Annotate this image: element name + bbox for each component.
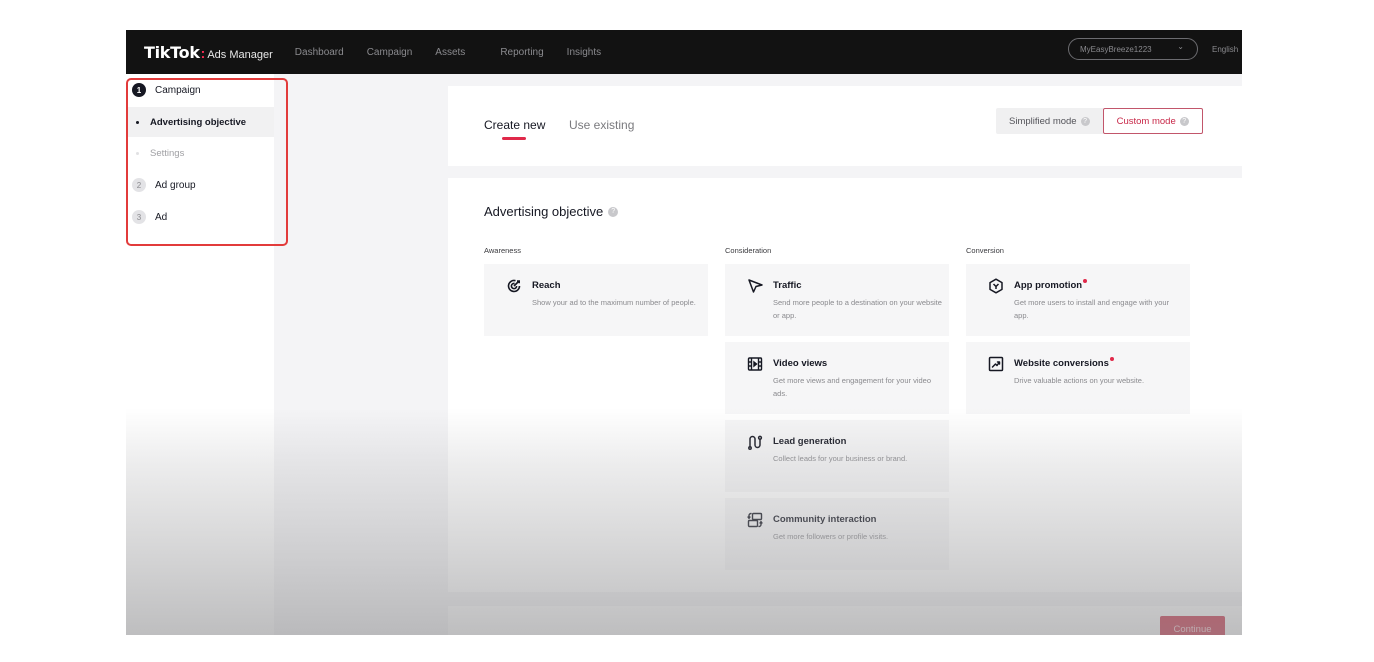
option-description: Get more followers or profile visits. <box>773 532 889 541</box>
substep-settings[interactable]: Settings <box>126 138 274 168</box>
option-title: Lead generation <box>773 436 847 447</box>
option-title-text: Website conversions <box>1014 358 1109 369</box>
step-number-badge: 1 <box>132 83 146 97</box>
section-title: Advertising objective ? <box>484 204 619 219</box>
step-label: Ad <box>155 211 168 223</box>
objective-option-community-interaction[interactable]: Community interaction Get more followers… <box>725 498 949 570</box>
account-selector[interactable]: MyEasyBreeze1223 ⌄ <box>1068 38 1198 60</box>
logo-brand: TikTok <box>144 42 200 62</box>
main-nav: Dashboard Campaign Assets Reporting Insi… <box>295 47 624 58</box>
help-icon[interactable]: ? <box>608 206 619 217</box>
cursor-arrow-icon <box>747 278 763 294</box>
tab-use-existing[interactable]: Use existing <box>569 118 634 132</box>
column-label-consideration: Consideration <box>725 246 772 255</box>
help-icon[interactable]: ? <box>1179 116 1189 126</box>
step-number-badge: 3 <box>132 210 146 224</box>
new-badge-dot <box>1083 279 1088 283</box>
step-ad[interactable]: 3 Ad <box>126 202 274 232</box>
objective-option-app-promotion[interactable]: App promotion Get more users to install … <box>966 264 1190 336</box>
nav-assets[interactable]: Assets <box>435 47 465 58</box>
column-label-conversion: Conversion <box>966 246 1004 255</box>
step-label: Campaign <box>155 84 201 96</box>
logo-product: Ads Manager <box>207 48 273 61</box>
custom-mode-button[interactable]: Custom mode ? <box>1102 108 1203 134</box>
step-label: Ad group <box>155 179 196 191</box>
language-selector[interactable]: English <box>1212 45 1238 54</box>
mode-toggle: Simplified mode ? Custom mode ? <box>996 108 1203 134</box>
app-hexagon-icon <box>988 278 1004 294</box>
option-description: Send more people to a destination on you… <box>773 298 942 320</box>
objective-option-reach[interactable]: Reach Show your ad to the maximum number… <box>484 264 708 336</box>
help-icon[interactable]: ? <box>1080 116 1090 126</box>
column-label-awareness: Awareness <box>484 246 521 255</box>
chevron-down-icon: ⌄ <box>1177 42 1184 51</box>
objective-option-video-views[interactable]: Video views Get more views and engagemen… <box>725 342 949 414</box>
nav-reporting[interactable]: Reporting <box>500 47 543 58</box>
objective-option-traffic[interactable]: Traffic Send more people to a destinatio… <box>725 264 949 336</box>
option-title: Traffic <box>773 280 802 291</box>
creation-mode-card: Create new Use existing Simplified mode … <box>448 86 1242 166</box>
step-campaign[interactable]: 1 Campaign <box>126 75 274 105</box>
new-badge-dot <box>1109 357 1114 361</box>
custom-mode-label: Custom mode <box>1116 115 1176 127</box>
option-description: Drive valuable actions on your website. <box>1014 376 1145 385</box>
top-nav-bar: TikTok : Ads Manager Dashboard Campaign … <box>126 30 1242 74</box>
nav-insights[interactable]: Insights <box>567 47 601 58</box>
option-description: Get more views and engagement for your v… <box>773 376 932 398</box>
objective-option-lead-generation[interactable]: Lead generation Collect leads for your b… <box>725 420 949 492</box>
option-title-text: App promotion <box>1014 280 1083 291</box>
substep-advertising-objective[interactable]: Advertising objective <box>126 107 274 137</box>
option-title: Website conversions <box>1014 357 1114 369</box>
nav-dashboard[interactable]: Dashboard <box>295 47 344 58</box>
simplified-mode-button[interactable]: Simplified mode ? <box>996 108 1103 134</box>
film-play-icon <box>747 356 763 372</box>
option-description: Get more users to install and engage wit… <box>1014 298 1170 320</box>
option-description: Collect leads for your business or brand… <box>773 454 908 463</box>
active-tab-indicator <box>502 137 526 140</box>
footer-bar: Continue <box>448 606 1242 635</box>
path-node-icon <box>747 434 763 450</box>
tab-create-new[interactable]: Create new <box>484 118 545 132</box>
trend-up-icon <box>988 356 1004 372</box>
logo-separator: : <box>200 44 206 61</box>
tiktok-ads-manager-logo[interactable]: TikTok : Ads Manager <box>144 43 273 62</box>
target-icon <box>506 278 522 294</box>
substep-label: Advertising objective <box>150 116 247 128</box>
section-title-text: Advertising objective <box>484 204 604 219</box>
substep-label: Settings <box>150 147 185 159</box>
campaign-stepper-sidebar: 1 Campaign Advertising objective Setting… <box>126 74 274 635</box>
bullet-dot-icon <box>136 120 139 124</box>
step-number-badge: 2 <box>132 178 146 192</box>
profile-swap-icon <box>747 512 763 528</box>
option-title: Video views <box>773 358 828 369</box>
option-description: Show your ad to the maximum number of pe… <box>532 298 696 307</box>
option-title: Community interaction <box>773 514 877 525</box>
option-title: App promotion <box>1014 279 1088 291</box>
account-name: MyEasyBreeze1223 <box>1080 44 1152 54</box>
step-ad-group[interactable]: 2 Ad group <box>126 170 274 200</box>
option-title: Reach <box>532 280 561 291</box>
ads-manager-window: TikTok : Ads Manager Dashboard Campaign … <box>126 30 1242 635</box>
objective-option-website-conversions[interactable]: Website conversions Drive valuable actio… <box>966 342 1190 414</box>
continue-button[interactable]: Continue <box>1160 616 1225 635</box>
nav-campaign[interactable]: Campaign <box>367 47 413 58</box>
advertising-objective-card: Advertising objective ? Awareness Consid… <box>448 178 1242 592</box>
bullet-dot-icon <box>136 151 139 155</box>
simplified-mode-label: Simplified mode <box>1009 115 1077 127</box>
